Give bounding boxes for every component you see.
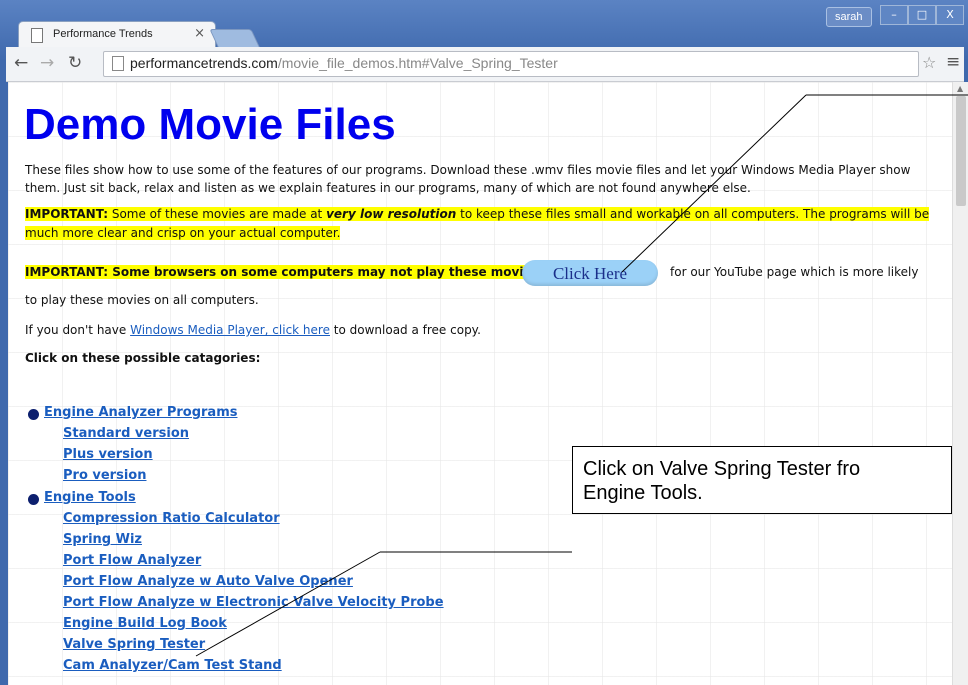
minimize-button[interactable]: – <box>880 5 908 25</box>
wmp-download-link[interactable]: Windows Media Player, click here <box>130 323 330 337</box>
address-bar[interactable]: performancetrends.com/movie_file_demos.h… <box>103 51 919 77</box>
menu-icon[interactable]: ≡ <box>946 52 960 72</box>
reload-icon[interactable]: ↻ <box>68 53 82 73</box>
category-engine-tools: Engine Tools <box>44 490 136 505</box>
forward-arrow-icon[interactable]: → <box>40 53 54 73</box>
intro-line-2: them. Just sit back, relax and listen as… <box>25 181 751 195</box>
sub-spring-wiz: Spring Wiz <box>63 532 142 547</box>
browser-tab[interactable]: Performance Trends × <box>18 21 216 48</box>
tab-title: Performance Trends <box>53 28 153 40</box>
youtube-text: for our YouTube page which is more likel… <box>670 265 919 279</box>
close-tab-icon[interactable]: × <box>194 26 205 41</box>
intro-line-1: These files show how to use some of the … <box>25 163 911 177</box>
page-title: Demo Movie Files <box>24 100 396 149</box>
page-icon <box>31 28 43 43</box>
sub-engine-build-log: Engine Build Log Book <box>63 616 227 631</box>
page-icon <box>112 56 124 71</box>
bullet-icon <box>28 409 39 420</box>
sub-compression-ratio: Compression Ratio Calculator <box>63 511 280 526</box>
vertical-scrollbar[interactable]: ▲ <box>952 82 968 685</box>
sub-plus-version: Plus version <box>63 447 153 462</box>
annotation-callout: Click on Valve Spring Tester fro Engine … <box>572 446 952 514</box>
maximize-button[interactable]: □ <box>908 5 936 25</box>
important-note-2: IMPORTANT: Some browsers on some compute… <box>25 265 544 279</box>
sub-valve-spring-tester: Valve Spring Tester <box>63 637 206 652</box>
back-arrow-icon[interactable]: ← <box>14 53 28 73</box>
callout-line-2: Engine Tools. <box>583 482 703 504</box>
web-page: Demo Movie Files These files show how to… <box>8 82 952 685</box>
sub-cam-analyzer: Cam Analyzer/Cam Test Stand <box>63 658 282 673</box>
sub-port-flow-auto-valve: Port Flow Analyze w Auto Valve Opener <box>63 574 353 589</box>
new-tab-button[interactable] <box>209 29 261 49</box>
sub-port-flow-velocity-probe: Port Flow Analyze w Electronic Valve Vel… <box>63 595 444 610</box>
sub-standard-version: Standard version <box>63 426 190 441</box>
browser-toolbar: ← → ↻ performancetrends.com/movie_file_d… <box>6 47 964 82</box>
wmp-line: If you don't have Windows Media Player, … <box>25 323 481 337</box>
youtube-click-here-button[interactable]: Click Here <box>522 260 658 286</box>
important-note-1-line-2: much more clear and crisp on your actual… <box>25 226 341 240</box>
categories-heading: Click on these possible catagories: <box>25 351 261 365</box>
scroll-up-icon[interactable]: ▲ <box>957 84 963 93</box>
user-badge[interactable]: sarah <box>826 7 872 27</box>
sub-port-flow-analyzer: Port Flow Analyzer <box>63 553 202 568</box>
youtube-text-line-2: to play these movies on all computers. <box>25 293 259 307</box>
category-engine-analyzer: Engine Analyzer Programs <box>44 405 238 420</box>
bookmark-star-icon[interactable]: ☆ <box>922 53 936 72</box>
scrollbar-thumb[interactable] <box>956 96 966 206</box>
sub-pro-version: Pro version <box>63 468 147 483</box>
url-text[interactable]: performancetrends.com/movie_file_demos.h… <box>130 55 558 71</box>
close-window-button[interactable]: X <box>936 5 964 25</box>
window-controls: – □ X <box>880 5 964 25</box>
callout-line-1: Click on Valve Spring Tester fro <box>583 458 861 480</box>
bullet-icon <box>28 494 39 505</box>
important-note-1: IMPORTANT: Some of these movies are made… <box>25 207 930 221</box>
